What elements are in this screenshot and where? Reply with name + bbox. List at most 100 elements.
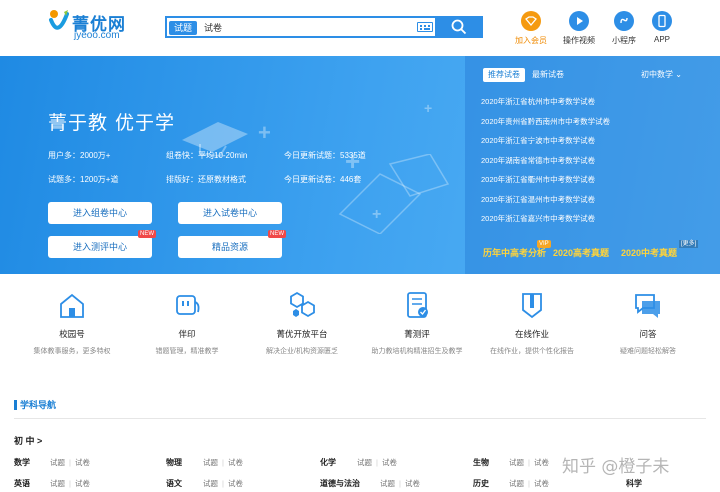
level-junior-high[interactable]: 初 中 > xyxy=(14,434,42,447)
school-icon xyxy=(60,293,84,318)
questions-link[interactable]: 试题 xyxy=(509,479,524,488)
paper-link[interactable]: 2020年贵州省黔西南州市中考数学试卷 xyxy=(481,116,701,136)
app-label: APP xyxy=(653,35,670,44)
questions-link[interactable]: 试题 xyxy=(50,458,65,467)
plus-decoration-icon: + xyxy=(258,120,271,145)
subject-chinese[interactable]: 语文 xyxy=(166,478,182,489)
tab-recommended-papers[interactable]: 推荐试卷 xyxy=(483,68,525,82)
chevron-down-icon: ⌄ xyxy=(675,70,682,79)
service-assessment[interactable]: 菁测评 助力教培机构精准招生及教学 xyxy=(359,290,475,356)
paper-link[interactable]: 2020年浙江省衢州市中考数学试卷 xyxy=(481,174,701,194)
new-badge: NEW xyxy=(138,230,156,238)
miniprogram-icon xyxy=(614,11,634,31)
papers-link[interactable]: 试卷 xyxy=(382,458,397,467)
service-name: 菁测评 xyxy=(404,329,430,339)
hero-banner: + + + + 菁于教 优于学 用户多：2000万+ 组卷快：平均10-20mi… xyxy=(0,56,720,274)
qa-icon xyxy=(635,294,660,318)
papers-link[interactable]: 试卷 xyxy=(405,479,420,488)
enter-assessment-center-button[interactable]: 进入测评中心 NEW xyxy=(48,230,156,258)
questions-link[interactable]: 试题 xyxy=(357,458,372,467)
stat-layout: 排版好：还原教材格式 xyxy=(166,175,246,184)
questions-link[interactable]: 试题 xyxy=(203,458,218,467)
papers-link[interactable]: 试卷 xyxy=(75,458,90,467)
subject-links: 试题 | 试卷 xyxy=(203,457,243,468)
grade-subject-select[interactable]: 初中数学 ⌄ xyxy=(641,68,682,82)
subject-nav-title: 学科导航 xyxy=(14,400,56,410)
service-name: 在线作业 xyxy=(514,329,549,339)
service-desc: 集体教事服务，更多特权 xyxy=(33,348,111,355)
subject-links: 试题 | 试卷 xyxy=(203,478,243,489)
print-icon xyxy=(176,295,200,315)
more-link[interactable]: [更多] xyxy=(679,240,699,248)
service-banyin[interactable]: 伴印 错题管理，精准教学 xyxy=(129,290,245,356)
paper-link[interactable]: 2020年湖南省常德市中考数学试卷 xyxy=(481,155,701,175)
tab-latest-papers[interactable]: 最新试卷 xyxy=(527,68,569,82)
premium-resources-button[interactable]: 精品资源 NEW xyxy=(178,230,286,258)
subject-links: 试题 | 试卷 xyxy=(50,457,90,468)
tutorial-video-link[interactable]: 操作视频 xyxy=(554,11,604,46)
papers-link[interactable]: 试卷 xyxy=(228,458,243,467)
paper-link[interactable]: 2020年浙江省宁波市中考数学试卷 xyxy=(481,135,701,155)
logo-url: jyeoo.com xyxy=(74,30,120,41)
top-header: 菁优网 jyeoo.com 试题 试卷 加入会员 操作视频 小程序 APP xyxy=(0,0,720,56)
enter-compose-center-button[interactable]: 进入组卷中心 xyxy=(48,202,152,224)
subject-history[interactable]: 历史 xyxy=(473,478,489,489)
subject-science[interactable]: 科学 xyxy=(626,478,642,489)
questions-link[interactable]: 试题 xyxy=(50,479,65,488)
gaokao-2020-link[interactable]: 2020高考真题 xyxy=(553,246,609,260)
zhongkao-2020-link[interactable]: 2020中考真题 xyxy=(621,246,677,260)
app-link[interactable]: APP xyxy=(637,11,687,44)
exam-analysis-link[interactable]: 历年中高考分析 xyxy=(483,246,546,260)
separator: | xyxy=(222,458,224,467)
papers-link[interactable]: 试卷 xyxy=(228,479,243,488)
service-school-account[interactable]: 校园号 集体教事服务，更多特权 xyxy=(14,290,130,356)
paper-list: 2020年浙江省杭州市中考数学试卷 2020年贵州省黔西南州市中考数学试卷 20… xyxy=(481,96,701,233)
service-desc: 解决企业/机构资源匮乏 xyxy=(266,348,338,355)
button-label: 进入组卷中心 xyxy=(72,208,127,218)
enter-paper-center-button[interactable]: 进入试卷中心 xyxy=(178,202,282,224)
subject-physics[interactable]: 物理 xyxy=(166,457,182,468)
service-name: 校园号 xyxy=(59,329,85,339)
subject-chemistry[interactable]: 化学 xyxy=(320,457,336,468)
separator: | xyxy=(399,479,401,488)
service-online-homework[interactable]: 在线作业 在线作业，提供个性化报告 xyxy=(474,290,590,356)
service-open-platform[interactable]: 菁优开放平台 解决企业/机构资源匮乏 xyxy=(244,290,360,356)
plus-decoration-icon: + xyxy=(424,100,433,116)
service-qa[interactable]: 问答 疑难问题轻松解答 xyxy=(590,290,706,356)
subject-morality-law[interactable]: 道德与法治 xyxy=(320,478,360,489)
search-button[interactable] xyxy=(435,16,483,38)
subject-links: 试题 | 试卷 xyxy=(380,478,420,489)
vip-badge: VIP xyxy=(537,240,551,248)
questions-link[interactable]: 试题 xyxy=(509,458,524,467)
papers-link[interactable]: 试卷 xyxy=(534,479,549,488)
subject-links: 试题 | 试卷 xyxy=(509,457,549,468)
separator: | xyxy=(222,479,224,488)
join-vip-link[interactable]: 加入会员 xyxy=(506,11,556,46)
search-tab-papers[interactable]: 试卷 xyxy=(199,21,227,35)
search-tab-questions[interactable]: 试题 xyxy=(169,21,198,35)
keyboard-icon[interactable] xyxy=(417,22,433,32)
search-box: 试题 试卷 xyxy=(165,16,483,38)
stat-questions: 试题多：1200万+道 xyxy=(48,175,119,184)
subject-biology[interactable]: 生物 xyxy=(473,457,489,468)
logo-mark-icon xyxy=(49,10,69,30)
grade-subject-label: 初中数学 xyxy=(641,70,673,79)
paper-link[interactable]: 2020年浙江省杭州市中考数学试卷 xyxy=(481,96,701,116)
page: 菁优网 jyeoo.com 试题 试卷 加入会员 操作视频 小程序 APP + … xyxy=(0,0,720,492)
site-logo[interactable]: 菁优网 jyeoo.com xyxy=(48,8,138,44)
separator: | xyxy=(376,458,378,467)
banner-slogan: 菁于教 优于学 xyxy=(48,112,176,134)
papers-link[interactable]: 试卷 xyxy=(75,479,90,488)
papers-link[interactable]: 试卷 xyxy=(534,458,549,467)
questions-link[interactable]: 试题 xyxy=(203,479,218,488)
stat-today-questions: 今日更新试题：5335道 xyxy=(284,151,366,160)
subject-english[interactable]: 英语 xyxy=(14,478,30,489)
paper-link[interactable]: 2020年浙江省温州市中考数学试卷 xyxy=(481,194,701,214)
separator: | xyxy=(528,479,530,488)
divider xyxy=(14,418,706,419)
button-label: 精品资源 xyxy=(211,242,248,252)
questions-link[interactable]: 试题 xyxy=(380,479,395,488)
subject-math[interactable]: 数学 xyxy=(14,457,30,468)
stat-today-papers: 今日更新试卷：446套 xyxy=(284,175,362,184)
paper-link[interactable]: 2020年浙江省嘉兴市中考数学试卷 xyxy=(481,213,701,233)
